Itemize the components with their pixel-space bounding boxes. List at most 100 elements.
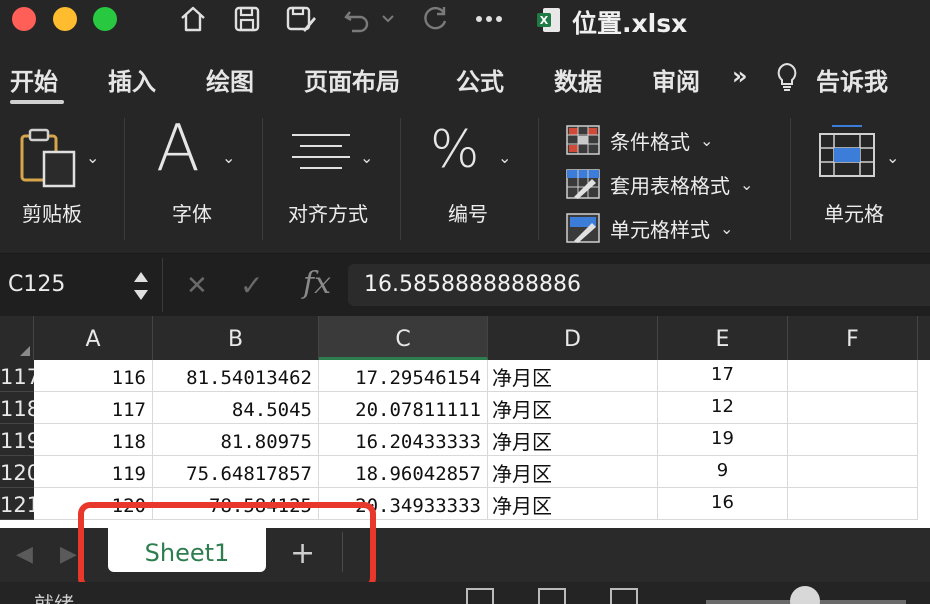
alignment-dropdown-icon[interactable]: ⌄ xyxy=(360,148,373,167)
cell-a[interactable]: 118 xyxy=(34,424,153,456)
status-text: 就绪 xyxy=(34,592,74,604)
cell-d[interactable]: 净月区 xyxy=(488,424,658,456)
cell-b[interactable]: 81.80975 xyxy=(153,424,319,456)
undo-icon[interactable] xyxy=(340,2,374,36)
row-header[interactable]: 120 xyxy=(0,456,34,488)
tab-home[interactable]: 开始 xyxy=(10,62,58,97)
save-as-icon[interactable] xyxy=(284,2,318,36)
save-icon[interactable] xyxy=(230,2,264,36)
alignment-group-label[interactable]: 对齐方式 xyxy=(288,198,368,227)
formula-bar-separator xyxy=(162,258,163,312)
more-tabs-button[interactable]: » xyxy=(732,62,748,90)
cell-a[interactable]: 119 xyxy=(34,456,153,488)
cells-icon[interactable] xyxy=(818,124,876,184)
formula-input[interactable]: 16.5858888888886 xyxy=(348,264,930,306)
cell-f[interactable] xyxy=(788,360,918,392)
file-title: 位置.xlsx xyxy=(572,9,688,38)
home-icon[interactable] xyxy=(176,2,210,36)
number-format-icon[interactable]: % xyxy=(430,120,479,180)
minimize-window-button[interactable] xyxy=(53,7,77,31)
cell-c[interactable]: 18.96042857 xyxy=(319,456,488,488)
row-header[interactable]: 121 xyxy=(0,488,34,520)
number-group-label[interactable]: 编号 xyxy=(448,198,488,227)
zoom-window-button[interactable] xyxy=(93,7,117,31)
cell-f[interactable] xyxy=(788,488,918,520)
tab-draw[interactable]: 绘图 xyxy=(206,62,254,97)
font-icon[interactable]: A xyxy=(156,112,200,186)
cell-c[interactable]: 16.20433333 xyxy=(319,424,488,456)
enter-icon[interactable]: ✓ xyxy=(240,269,263,302)
select-all-corner[interactable] xyxy=(0,316,34,360)
tell-me-button[interactable]: 告诉我 xyxy=(816,62,888,97)
cell-b[interactable]: 75.64817857 xyxy=(153,456,319,488)
chevron-down-icon: ⌄ xyxy=(700,130,714,150)
column-header-a[interactable]: A xyxy=(34,316,153,360)
zoom-slider-knob[interactable] xyxy=(790,586,820,604)
tab-data[interactable]: 数据 xyxy=(554,62,602,97)
cell-styles-button[interactable]: 单元格样式 ⌄ xyxy=(566,212,733,244)
cell-f[interactable] xyxy=(788,392,918,424)
column-header-e[interactable]: E xyxy=(658,316,788,360)
alignment-icon[interactable] xyxy=(290,132,352,180)
chevron-down-icon: ⌄ xyxy=(720,218,734,238)
redo-icon[interactable] xyxy=(418,2,452,36)
number-dropdown-icon[interactable]: ⌄ xyxy=(498,148,511,167)
row-header[interactable]: 117 xyxy=(0,360,34,392)
format-as-table-button[interactable]: 套用表格格式 ⌄ xyxy=(566,168,753,200)
normal-view-icon[interactable] xyxy=(466,588,494,604)
close-window-button[interactable] xyxy=(12,7,36,31)
cell-e[interactable]: 16 xyxy=(658,488,788,520)
cell-d[interactable]: 净月区 xyxy=(488,488,658,520)
spreadsheet-grid: A B C D E F 11711681.5401346217.29546154… xyxy=(0,316,930,528)
clipboard-icon[interactable] xyxy=(18,126,80,192)
row-header[interactable]: 118 xyxy=(0,392,34,424)
tab-page-layout[interactable]: 页面布局 xyxy=(304,62,400,97)
tab-formulas[interactable]: 公式 xyxy=(456,62,504,97)
more-icon[interactable] xyxy=(472,2,506,36)
cells-dropdown-icon[interactable]: ⌄ xyxy=(886,148,899,167)
row-header[interactable]: 119 xyxy=(0,424,34,456)
cell-c[interactable]: 17.29546154 xyxy=(319,360,488,392)
tab-review[interactable]: 审阅 xyxy=(652,62,700,97)
column-header-c[interactable]: C xyxy=(319,316,488,360)
cell-f[interactable] xyxy=(788,424,918,456)
tab-insert[interactable]: 插入 xyxy=(108,62,156,97)
font-group-label[interactable]: 字体 xyxy=(172,198,212,227)
cell-e[interactable]: 9 xyxy=(658,456,788,488)
status-bar: 就绪 xyxy=(0,582,930,604)
cell-c[interactable]: 20.07811111 xyxy=(319,392,488,424)
cell-d[interactable]: 净月区 xyxy=(488,456,658,488)
cell-a[interactable]: 117 xyxy=(34,392,153,424)
conditional-format-label: 条件格式 xyxy=(610,129,690,154)
page-break-view-icon[interactable] xyxy=(610,588,638,604)
font-dropdown-icon[interactable]: ⌄ xyxy=(222,148,235,167)
cell-b[interactable]: 81.54013462 xyxy=(153,360,319,392)
column-header-f[interactable]: F xyxy=(788,316,918,360)
ribbon: ⌄ 剪贴板 A ⌄ 字体 ⌄ 对齐方式 % ⌄ 编号 条件格式 ⌄ 套用表格格式… xyxy=(0,106,930,254)
next-sheet-icon[interactable]: ▶ xyxy=(60,542,77,567)
cell-e[interactable]: 19 xyxy=(658,424,788,456)
cell-d[interactable]: 净月区 xyxy=(488,392,658,424)
undo-dropdown-icon[interactable] xyxy=(378,2,398,36)
column-header-b[interactable]: B xyxy=(153,316,319,360)
lightbulb-icon[interactable] xyxy=(776,62,798,96)
insert-function-icon[interactable]: fx xyxy=(303,266,331,301)
cells-group-label[interactable]: 单元格 xyxy=(824,198,884,227)
previous-sheet-icon[interactable]: ◀ xyxy=(16,542,33,567)
cancel-icon[interactable]: ✕ xyxy=(186,271,208,301)
page-layout-view-icon[interactable] xyxy=(538,588,566,604)
cell-f[interactable] xyxy=(788,456,918,488)
clipboard-group-label[interactable]: 剪贴板 xyxy=(22,198,82,227)
cell-e[interactable]: 12 xyxy=(658,392,788,424)
cell-e[interactable]: 17 xyxy=(658,360,788,392)
chevron-down-icon: ⌄ xyxy=(740,174,754,194)
clipboard-dropdown-icon[interactable]: ⌄ xyxy=(86,148,99,167)
formula-bar: C125 ✕ ✓ fx 16.5858888888886 xyxy=(0,254,930,316)
cell-b[interactable]: 84.5045 xyxy=(153,392,319,424)
name-box[interactable]: C125 xyxy=(8,272,65,297)
cell-d[interactable]: 净月区 xyxy=(488,360,658,392)
cell-a[interactable]: 116 xyxy=(34,360,153,392)
column-header-d[interactable]: D xyxy=(488,316,658,360)
name-box-stepper-icon[interactable] xyxy=(130,266,152,306)
conditional-format-button[interactable]: 条件格式 ⌄ xyxy=(566,124,713,156)
